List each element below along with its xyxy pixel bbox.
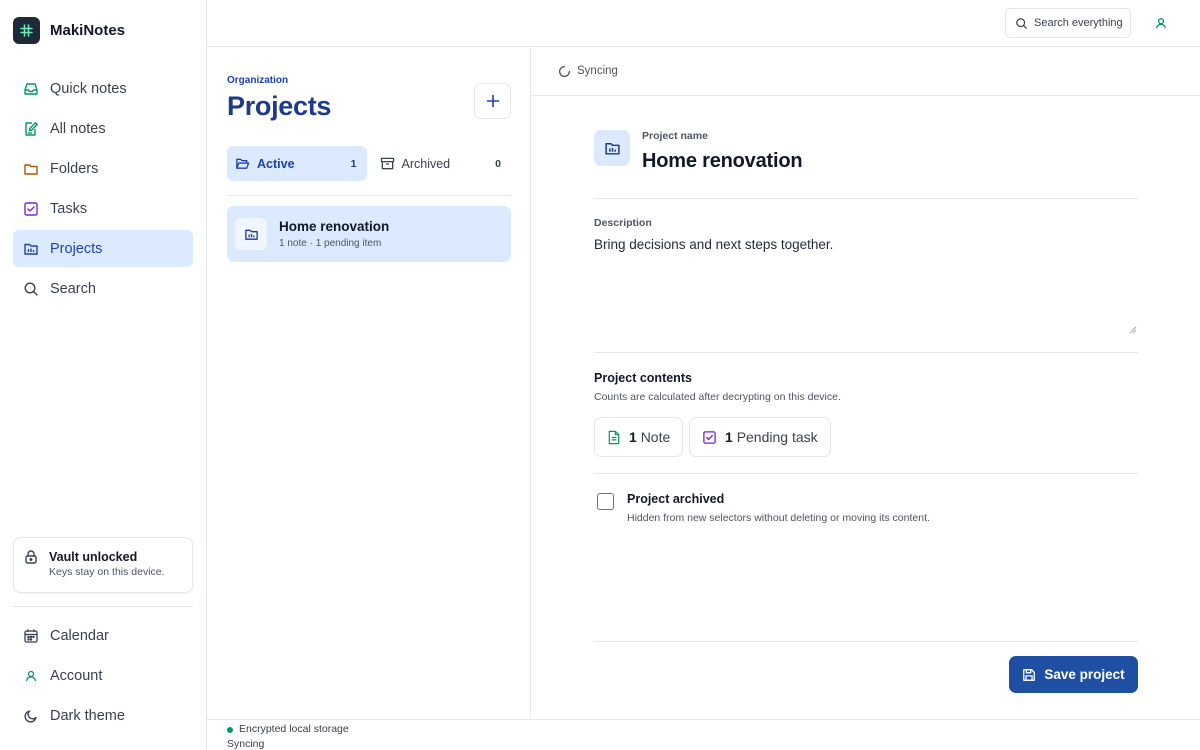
sidebar-item-label: Search [50,280,96,297]
divider [594,198,1138,199]
sidebar-item-label: Quick notes [50,80,127,97]
vault-title: Vault unlocked [49,550,138,564]
tab-active[interactable]: Active 1 [227,146,367,181]
sidebar-item-label: Dark theme [50,707,125,724]
note-count-label: Note [640,429,671,445]
save-project-button[interactable]: Save project [1009,656,1138,693]
lock-icon [24,549,38,581]
task-count-chip[interactable]: 1 Pending task [689,417,831,457]
sidebar-divider [13,606,193,607]
archive-title: Project archived [627,492,725,506]
project-item-subtitle: 1 note · 1 pending item [279,238,382,249]
project-archived-checkbox[interactable] [597,493,614,510]
task-count: 1 [725,429,733,445]
sync-status: Syncing [531,47,1200,96]
calendar-icon [23,628,39,644]
sidebar-item-folders[interactable]: Folders [13,150,193,187]
app-name: MakiNotes [50,22,126,39]
sidebar-item-quick-notes[interactable]: Quick notes [13,70,193,107]
global-search-label: Search everything [1034,17,1123,29]
page-title: Projects [227,91,332,121]
project-name-label: Project name [642,130,708,142]
sidebar-item-label: All notes [50,120,106,137]
sidebar-item-label: Folders [50,160,99,177]
sidebar-bottom-nav: Calendar Account Dark theme [13,617,193,737]
project-filter-tabs: Active 1 Archived 0 [227,146,511,181]
vault-subtitle: Keys stay on this device. [49,566,165,578]
divider [594,641,1138,642]
description-textarea[interactable]: Bring decisions and next steps together. [594,237,1138,337]
sidebar-item-label: Tasks [50,200,88,217]
projects-list-panel: Organization Projects Active 1 Archived … [207,47,531,719]
sidebar-item-label: Projects [50,240,103,257]
archive-subtitle: Hidden from new selectors without deleti… [627,512,930,524]
sidebar-item-label: Calendar [50,627,109,644]
checkbox-icon [23,201,39,217]
project-folder-icon [23,241,39,257]
note-count: 1 [629,429,637,445]
contents-title: Project contents [594,371,692,385]
tab-archived[interactable]: Archived 0 [372,146,512,181]
resize-handle-icon[interactable] [1129,326,1137,334]
sidebar: MakiNotes Quick notes All notes Folders … [0,0,207,750]
sidebar-item-label: Account [50,667,103,684]
checkbox-icon [702,430,717,445]
note-count-chip[interactable]: 1 Note [594,417,684,457]
divider [594,352,1138,353]
topbar: Search everything [207,0,1200,47]
project-header: Project name Home renovation [594,130,803,173]
sidebar-item-projects[interactable]: Projects [13,230,193,267]
document-icon [607,430,621,445]
folder-icon [23,161,39,177]
note-edit-icon [23,121,39,137]
project-item-title: Home renovation [279,219,390,234]
tab-label: Active [257,156,295,171]
contents-subtitle: Counts are calculated after decrypting o… [594,391,841,403]
archive-setting: Project archived Hidden from new selecto… [597,492,930,524]
sidebar-item-all-notes[interactable]: All notes [13,110,193,147]
divider [594,473,1138,474]
description-label: Description [594,217,652,229]
inbox-icon [23,81,39,97]
search-icon [23,281,39,297]
sidebar-nav: Quick notes All notes Folders Tasks Proj… [13,70,193,310]
task-count-label: Pending task [736,429,818,445]
sidebar-item-search[interactable]: Search [13,270,193,307]
sidebar-item-account[interactable]: Account [13,657,193,694]
search-icon [1015,17,1028,30]
user-icon [1154,16,1168,30]
project-name-field[interactable]: Home renovation [642,150,803,173]
account-button[interactable] [1147,10,1175,36]
app-logo-icon [13,17,40,44]
sidebar-item-dark-theme[interactable]: Dark theme [13,697,193,734]
project-list-item[interactable]: Home renovation 1 note · 1 pending item [227,206,511,262]
list-divider [227,195,511,196]
storage-status: Encrypted local storage [239,723,349,735]
brand[interactable]: MakiNotes [13,17,125,44]
add-project-button[interactable] [474,83,511,119]
global-search-button[interactable]: Search everything [1005,8,1131,38]
save-button-label: Save project [1044,667,1125,682]
user-icon [23,668,39,684]
spinner-icon [558,65,571,78]
project-folder-icon [235,218,267,250]
tab-count: 1 [350,157,357,170]
sidebar-item-calendar[interactable]: Calendar [13,617,193,654]
archive-icon [380,156,395,171]
sync-status-text: Syncing [577,65,618,77]
statusbar: Encrypted local storage Syncing [207,719,1200,750]
open-folder-icon [235,156,250,171]
sidebar-item-tasks[interactable]: Tasks [13,190,193,227]
plus-icon [486,94,500,108]
vault-status-card: Vault unlocked Keys stay on this device. [13,537,193,593]
organization-label: Organization [227,75,289,86]
tab-count: 0 [495,157,501,170]
tab-label: Archived [401,156,451,171]
project-detail-panel: Syncing Project name Home renovation Des… [531,47,1200,719]
sync-status-footer: Syncing [227,738,265,750]
project-folder-icon [594,130,630,166]
status-dot-icon [227,726,233,733]
save-icon [1022,668,1036,682]
moon-icon [23,708,39,724]
